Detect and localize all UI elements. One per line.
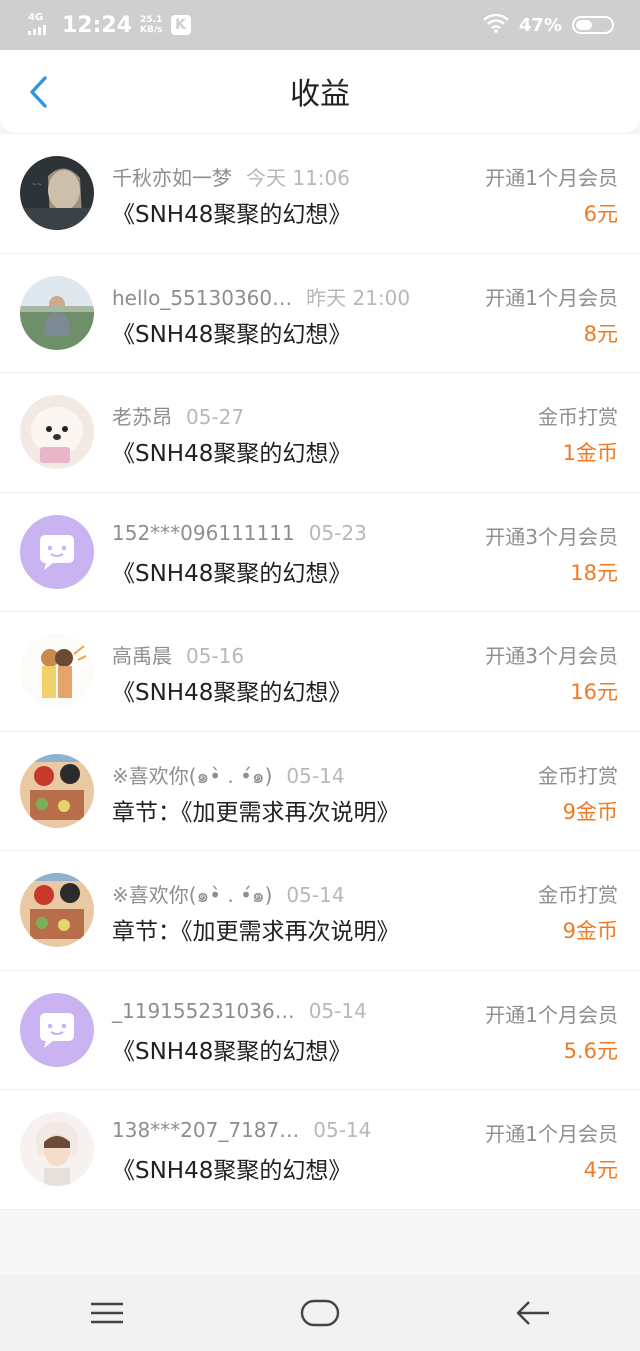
earning-type: 金币打赏 [538,405,618,429]
avatar[interactable] [20,395,94,469]
avatar[interactable] [20,275,94,350]
earning-type: 开通1个月会员 [485,285,618,310]
earning-amount: 4元 [583,1158,618,1182]
avatar[interactable] [20,634,94,708]
earning-amount: 6元 [583,202,618,226]
system-nav-bar [0,1275,640,1351]
earning-row[interactable]: ※喜欢你(๑•̀ . •́๑) 05-14 章节：《加更需求再次说明》 金币打赏 … [0,851,640,971]
earning-row[interactable]: 138***207_7187… 05-14 《SNH48聚聚的幻想》 开通1个月会… [0,1090,640,1210]
page-title: 收益 [290,77,350,112]
header-bar: 收益 [0,50,640,133]
earning-type: 开通3个月会员 [485,524,618,549]
earning-row[interactable]: _119155231036… 05-14 《SNH48聚聚的幻想》 开通1个月会员… [0,971,640,1090]
avatar[interactable] [20,753,94,828]
avatar[interactable] [20,1112,94,1186]
earning-row[interactable]: hello_55130360… 昨天 21:00 《SNH48聚聚的幻想》 开通1… [0,254,640,373]
earning-amount: 8元 [583,321,618,346]
timestamp: 05-16 [186,644,245,668]
user-name: 152***096111111 [112,520,295,545]
earning-row[interactable]: ※喜欢你(๑•̀ . •́๑) 05-14 章节：《加更需求再次说明》 金币打赏 … [0,732,640,851]
book-title: 《SNH48聚聚的幻想》 [112,680,352,706]
earning-amount: 9金币 [562,799,618,824]
earning-type: 开通1个月会员 [485,166,618,190]
user-meta: 千秋亦如一梦 今天 11:06 [112,162,350,191]
timestamp: 05-14 [286,763,345,788]
timestamp: 05-14 [313,1118,372,1142]
battery-percent: 47% [518,14,562,36]
user-name: ※喜欢你(๑•̀ . •́๑) [112,763,273,788]
user-name: 高禹晨 [112,644,172,668]
book-title: 章节：《加更需求再次说明》 [112,919,400,945]
user-meta: 高禹晨 05-16 [112,640,244,669]
user-meta: _119155231036… 05-14 [112,999,367,1023]
network-speed: 25.1 KB/s [140,15,163,35]
book-title: 《SNH48聚聚的幻想》 [112,202,352,228]
home-button[interactable] [290,1283,350,1343]
user-meta: ※喜欢你(๑•̀ . •́๑) 05-14 [112,879,345,911]
avatar[interactable] [20,992,94,1067]
menu-icon [90,1302,123,1324]
timestamp: 05-14 [286,883,345,907]
timestamp: 05-14 [308,998,367,1023]
earning-amount: 16元 [570,680,618,704]
book-title: 《SNH48聚聚的幻想》 [112,321,352,348]
user-name: 老苏昂 [112,405,172,429]
svg-text:~~: ~~ [32,181,42,188]
earning-row[interactable]: 152***096111111 05-23 《SNH48聚聚的幻想》 开通3个月会… [0,493,640,612]
earning-row[interactable]: ~~ 千秋亦如一梦 今天 11:06 《SNH48聚聚的幻想》 开通1个月会员 6… [0,134,640,254]
earning-type: 开通3个月会员 [485,644,618,668]
earning-type: 金币打赏 [538,883,618,907]
menu-button[interactable] [77,1283,137,1343]
earning-row[interactable]: 老苏昂 05-27 《SNH48聚聚的幻想》 金币打赏 1金币 [0,373,640,493]
user-meta: 138***207_7187… 05-14 [112,1118,371,1142]
user-name: 千秋亦如一梦 [112,166,232,190]
battery-icon [572,16,614,34]
wifi-icon [483,13,509,37]
avatar[interactable]: ~~ [20,156,94,230]
earning-type: 金币打赏 [538,763,618,788]
user-name: ※喜欢你(๑•̀ . •́๑) [112,883,273,907]
timestamp: 今天 11:06 [246,166,350,190]
avatar[interactable] [20,514,94,589]
user-name: _119155231036… [112,998,295,1023]
earning-row[interactable]: 高禹晨 05-16 《SNH48聚聚的幻想》 开通3个月会员 16元 [0,612,640,732]
earnings-list: ~~ 千秋亦如一梦 今天 11:06 《SNH48聚聚的幻想》 开通1个月会员 6… [0,134,640,1210]
user-meta: 老苏昂 05-27 [112,401,244,430]
book-title: 《SNH48聚聚的幻想》 [112,441,352,467]
timestamp: 昨天 21:00 [306,285,411,310]
book-title: 章节：《加更需求再次说明》 [112,799,400,826]
earning-type: 开通1个月会员 [485,1002,618,1027]
user-name: hello_55130360… [112,285,293,310]
earning-amount: 5.6元 [563,1038,618,1063]
book-title: 《SNH48聚聚的幻想》 [112,1158,352,1184]
status-time: 12:24 [62,12,133,38]
user-name: 138***207_7187… [112,1118,300,1142]
earning-amount: 9金币 [562,919,618,943]
timestamp: 05-23 [308,520,367,545]
earning-amount: 1金币 [562,441,618,465]
user-meta: ※喜欢你(๑•̀ . •́๑) 05-14 [112,760,345,792]
status-bar: 4G 12:24 25.1 KB/s K 47% [0,0,640,50]
earning-type: 开通1个月会员 [485,1122,618,1146]
earning-amount: 18元 [570,560,618,585]
system-back-button[interactable] [503,1283,563,1343]
user-meta: hello_55130360… 昨天 21:00 [112,282,410,311]
back-arrow-icon [517,1301,550,1325]
signal-icon: 4G [28,13,54,37]
home-icon [300,1299,340,1327]
book-title: 《SNH48聚聚的幻想》 [112,1038,352,1065]
app-badge-icon: K [170,15,191,35]
book-title: 《SNH48聚聚的幻想》 [112,560,352,587]
user-meta: 152***096111111 05-23 [112,521,367,545]
timestamp: 05-27 [186,405,245,429]
avatar[interactable] [20,873,94,947]
